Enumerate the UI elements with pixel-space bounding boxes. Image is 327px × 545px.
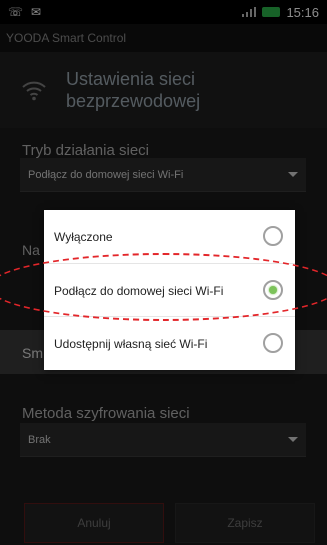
network-mode-dialog: Wyłączone Podłącz do domowej sieci Wi-Fi… xyxy=(44,210,295,370)
option-disabled[interactable]: Wyłączone xyxy=(44,210,295,264)
radio-checked-icon[interactable] xyxy=(263,280,283,300)
option-label: Udostępnij własną sieć Wi-Fi xyxy=(54,336,208,351)
option-share-own-wifi[interactable]: Udostępnij własną sieć Wi-Fi xyxy=(44,316,295,370)
option-label: Wyłączone xyxy=(54,230,113,244)
option-connect-home-wifi[interactable]: Podłącz do domowej sieci Wi-Fi xyxy=(44,263,295,317)
radio-unchecked-icon[interactable] xyxy=(263,226,283,246)
option-label: Podłącz do domowej sieci Wi-Fi xyxy=(54,283,224,298)
radio-unchecked-icon[interactable] xyxy=(263,333,283,353)
